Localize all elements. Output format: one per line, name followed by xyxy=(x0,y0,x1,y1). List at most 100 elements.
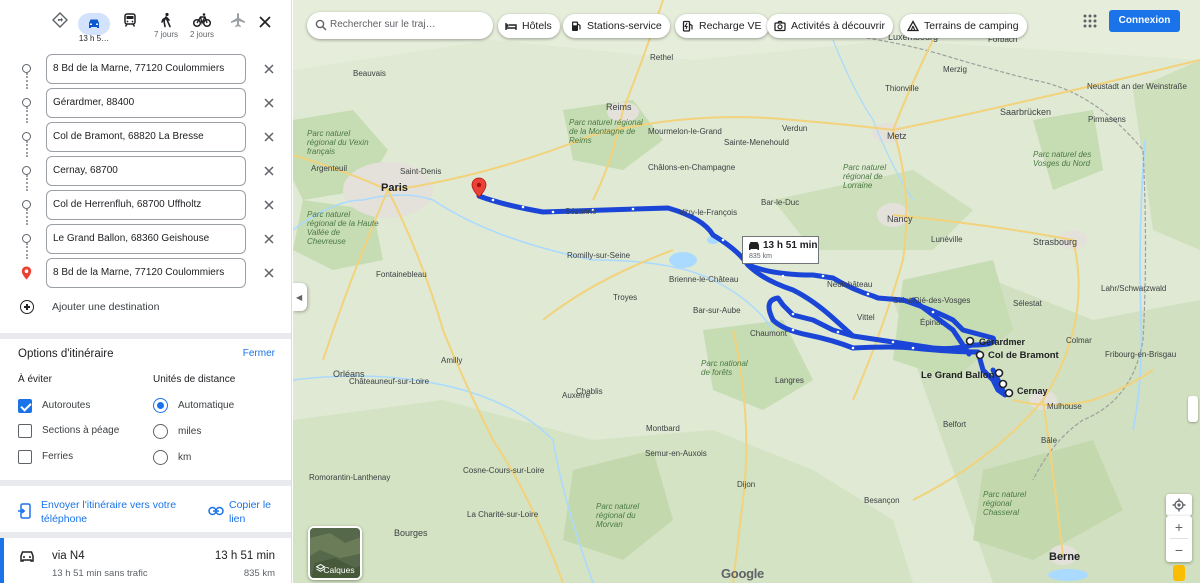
collapse-panel-button[interactable]: ◀ xyxy=(293,283,307,311)
bike-icon xyxy=(193,13,211,28)
stop-circle-icon xyxy=(22,166,31,175)
close-stop-icon[interactable] xyxy=(262,232,276,246)
chip-ev-charging[interactable]: Recharge VE xyxy=(675,14,770,38)
chevron-left-icon: ◀ xyxy=(296,293,303,302)
tent-icon xyxy=(907,20,919,32)
mode-walk[interactable]: 7 jours xyxy=(150,8,182,40)
route-time: 13 h 51 min xyxy=(214,550,275,562)
stop-circle-icon xyxy=(22,132,31,141)
stop-input-3[interactable]: Col de Bramont, 68820 La Bresse xyxy=(46,122,246,152)
stop-input-7[interactable]: 8 Bd de la Marne, 77120 Coulommiers xyxy=(46,258,246,288)
send-to-phone-icon xyxy=(18,503,31,519)
close-stop-icon[interactable] xyxy=(262,198,276,212)
best-route-icon xyxy=(52,12,68,28)
units-miles-radio[interactable] xyxy=(153,424,168,439)
close-stop-icon[interactable] xyxy=(262,62,276,76)
travel-mode-bar: 13 h 5… 7 jours 2 jours xyxy=(44,8,291,48)
units-heading: Unités de distance xyxy=(153,374,236,385)
park-label: Parc national de forêts xyxy=(701,359,748,377)
chip-label: Hôtels xyxy=(522,20,552,32)
options-close-link[interactable]: Fermer xyxy=(243,348,275,359)
plane-icon xyxy=(231,13,245,27)
side-badge[interactable] xyxy=(1188,396,1198,422)
add-circle-icon xyxy=(20,300,34,314)
stop-input-1[interactable]: 8 Bd de la Marne, 77120 Coulommiers xyxy=(46,54,246,84)
stop-input-4[interactable]: Cernay, 68700 xyxy=(46,156,246,186)
bed-icon xyxy=(505,23,517,30)
close-directions-icon[interactable] xyxy=(257,14,273,30)
callout-distance: 835 km xyxy=(749,253,772,260)
callout-time: 13 h 51 min xyxy=(763,240,818,251)
car-icon xyxy=(89,19,99,28)
route-search-bar[interactable]: Rechercher sur le traj… xyxy=(307,12,493,39)
stop-row: Cernay, 68700 xyxy=(0,156,291,186)
route-via: via N4 xyxy=(52,550,85,562)
camera-icon xyxy=(774,20,786,32)
park-labels: Parc naturel régional du Vexin français … xyxy=(293,0,1200,583)
apps-grid-icon[interactable] xyxy=(1083,14,1097,28)
stop-circle-icon xyxy=(22,234,31,243)
walk-icon xyxy=(161,12,171,28)
google-logo: Google xyxy=(721,566,764,581)
avoid-highways-label: Autoroutes xyxy=(42,400,91,411)
park-label: Parc naturel régional du Morvan xyxy=(596,502,640,529)
zoom-controls: + − xyxy=(1166,516,1192,562)
chip-label: Activités à découvrir xyxy=(791,20,885,32)
street-view-pegman-icon[interactable] xyxy=(1173,565,1185,581)
close-stop-icon[interactable] xyxy=(262,130,276,144)
stop-input-2[interactable]: Gérardmer, 88400 xyxy=(46,88,246,118)
stop-circle-icon xyxy=(22,200,31,209)
chip-label: Terrains de camping xyxy=(924,20,1019,32)
units-km-radio[interactable] xyxy=(153,450,168,465)
map-canvas[interactable]: Paris Saint-Denis Argenteuil Beauvais Re… xyxy=(293,0,1200,583)
chip-label: Recharge VE xyxy=(699,20,762,32)
copy-link-button[interactable]: Copier le lien xyxy=(229,498,279,526)
my-location-button[interactable] xyxy=(1166,494,1192,516)
fuel-icon xyxy=(572,21,581,31)
avoid-tolls-checkbox[interactable] xyxy=(18,424,32,438)
avoid-ferries-checkbox[interactable] xyxy=(18,450,32,464)
route-time-callout[interactable]: 13 h 51 min 835 km xyxy=(742,236,819,264)
sign-in-button[interactable]: Connexion xyxy=(1109,10,1180,32)
search-icon xyxy=(315,19,327,31)
layers-label: Calques xyxy=(323,565,355,575)
route-subtitle: 13 h 51 min sans trafic xyxy=(52,568,148,579)
chip-activities[interactable]: Activités à découvrir xyxy=(767,14,893,38)
mode-flight[interactable] xyxy=(222,8,254,40)
chip-gas-stations[interactable]: Stations-service xyxy=(563,14,670,38)
chip-campgrounds[interactable]: Terrains de camping xyxy=(900,14,1027,38)
send-to-phone-link[interactable]: Envoyer l'itinéraire vers votre téléphon… xyxy=(41,498,191,526)
avoid-highways-checkbox[interactable] xyxy=(18,399,32,413)
close-stop-icon[interactable] xyxy=(262,96,276,110)
mode-bike[interactable]: 2 jours xyxy=(186,8,218,40)
close-stop-icon[interactable] xyxy=(262,266,276,280)
close-stop-icon[interactable] xyxy=(262,164,276,178)
units-miles-label: miles xyxy=(178,426,202,437)
stop-row: 8 Bd de la Marne, 77120 Coulommiers xyxy=(0,258,291,288)
park-label: Parc naturel des Vosges du Nord xyxy=(1033,150,1092,168)
zoom-out-button[interactable]: − xyxy=(1166,539,1192,561)
route-option-card[interactable]: via N4 13 h 51 min 13 h 51 min sans traf… xyxy=(0,538,291,583)
chip-hotels[interactable]: Hôtels xyxy=(498,14,560,38)
mode-transit[interactable] xyxy=(114,8,146,40)
zoom-in-button[interactable]: + xyxy=(1166,516,1192,538)
units-auto-radio[interactable] xyxy=(153,398,168,413)
mode-car[interactable]: 13 h 5… xyxy=(78,8,110,44)
car-icon xyxy=(20,551,34,562)
units-km-label: km xyxy=(178,452,192,463)
stop-circle-icon xyxy=(22,98,31,107)
chip-label: Stations-service xyxy=(587,20,662,32)
ev-charger-icon xyxy=(682,20,693,32)
destination-pin-icon xyxy=(21,266,32,280)
layers-button[interactable]: Calques xyxy=(308,526,362,580)
stop-input-6[interactable]: Le Grand Ballon, 68360 Geishouse xyxy=(46,224,246,254)
park-label: Parc naturel régional de la Haute Vallée… xyxy=(307,210,379,246)
avoid-tolls-label: Sections à péage xyxy=(42,425,120,436)
mode-best[interactable] xyxy=(44,8,76,40)
add-destination-button[interactable]: Ajouter une destination xyxy=(18,299,268,317)
avoid-heading: À éviter xyxy=(18,374,52,385)
app-root: 13 h 5… 7 jours 2 jours 8 Bd de la Marne… xyxy=(0,0,1200,583)
stop-row: Le Grand Ballon, 68360 Geishouse xyxy=(0,224,291,254)
stop-input-5[interactable]: Col de Herrenfluh, 68700 Uffholtz xyxy=(46,190,246,220)
stop-row: Gérardmer, 88400 xyxy=(0,88,291,118)
